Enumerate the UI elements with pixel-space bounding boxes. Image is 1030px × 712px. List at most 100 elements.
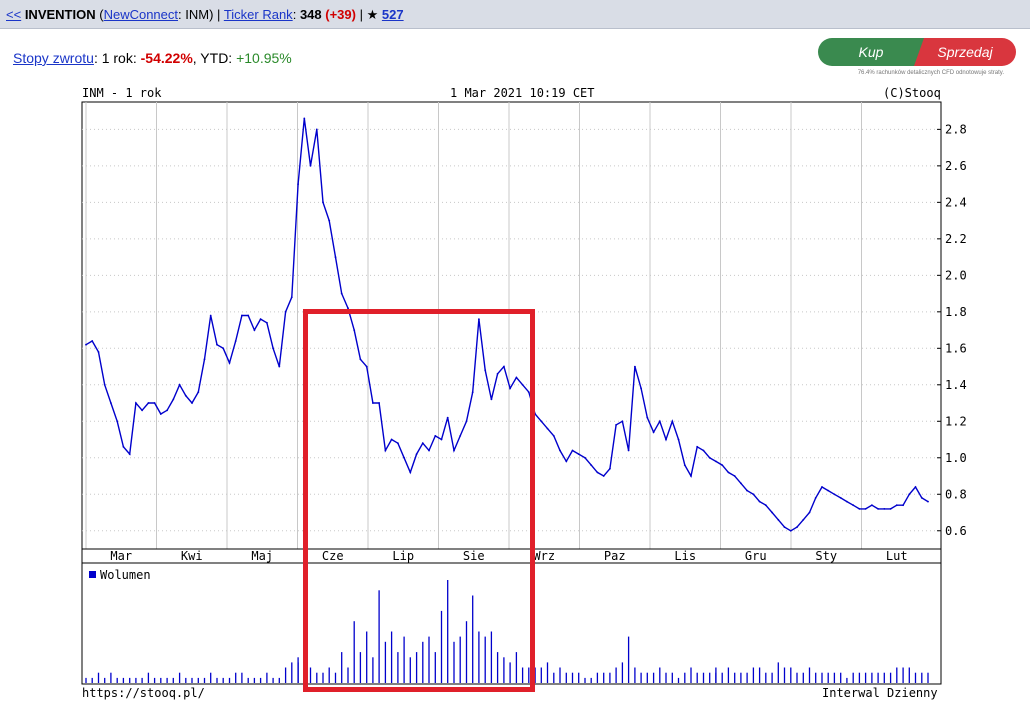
price-point bbox=[353, 329, 356, 331]
y-tick-label: 1.2 bbox=[945, 414, 967, 428]
price-point bbox=[284, 310, 287, 313]
y-tick-label: 2.8 bbox=[945, 122, 967, 136]
price-point bbox=[85, 343, 87, 346]
y-tick-label: 0.8 bbox=[945, 487, 967, 501]
price-point bbox=[895, 504, 898, 507]
price-point bbox=[209, 314, 212, 317]
price-point bbox=[615, 424, 617, 426]
price-point bbox=[166, 409, 169, 412]
price-point bbox=[459, 435, 462, 437]
price-point bbox=[883, 508, 886, 510]
price-point bbox=[534, 413, 536, 415]
price-point bbox=[808, 511, 811, 514]
price-point bbox=[715, 460, 717, 463]
price-point bbox=[584, 456, 586, 459]
price-point bbox=[521, 383, 524, 386]
price-point bbox=[297, 183, 299, 186]
price-point bbox=[309, 165, 312, 167]
price-point bbox=[889, 508, 892, 510]
month-axis bbox=[81, 548, 942, 564]
price-point bbox=[147, 402, 150, 404]
price-point bbox=[122, 445, 125, 448]
price-point bbox=[571, 449, 574, 452]
volume-legend-swatch bbox=[89, 571, 96, 578]
price-point bbox=[191, 402, 193, 404]
grid bbox=[82, 102, 941, 549]
price-point bbox=[266, 321, 268, 324]
price-point bbox=[552, 435, 555, 437]
price-point bbox=[758, 500, 761, 503]
price-point bbox=[927, 500, 929, 503]
y-tick-label: 1.4 bbox=[945, 378, 967, 392]
price-point bbox=[222, 347, 225, 350]
y-tick-label: 2.4 bbox=[945, 195, 967, 209]
price-point bbox=[278, 365, 281, 368]
price-point bbox=[153, 402, 156, 404]
price-point bbox=[914, 486, 917, 488]
y-tick-label: 2.0 bbox=[945, 268, 967, 282]
price-point bbox=[677, 438, 680, 441]
price-point bbox=[690, 475, 692, 477]
price-point bbox=[228, 362, 231, 364]
price-point bbox=[315, 128, 318, 131]
price-point bbox=[590, 464, 593, 466]
price-point bbox=[197, 391, 200, 393]
price-point bbox=[565, 460, 568, 463]
price-point bbox=[665, 438, 667, 441]
price-point bbox=[577, 453, 580, 455]
price-point bbox=[771, 511, 773, 514]
y-tick-label: 1.8 bbox=[945, 305, 967, 319]
price-point bbox=[640, 387, 642, 390]
volume-plot-frame bbox=[81, 562, 942, 685]
price-point bbox=[789, 529, 792, 532]
price-point bbox=[740, 482, 742, 485]
price-point bbox=[821, 486, 823, 488]
price-point bbox=[839, 497, 842, 499]
price-point bbox=[658, 420, 661, 423]
price-point bbox=[328, 219, 331, 222]
price-point bbox=[546, 427, 549, 430]
price-point bbox=[871, 504, 873, 507]
price-point bbox=[696, 445, 699, 448]
price-point bbox=[496, 372, 499, 375]
price-point bbox=[428, 449, 430, 452]
price-point bbox=[727, 471, 730, 474]
y-tick-label: 2.6 bbox=[945, 159, 967, 173]
price-point bbox=[216, 343, 218, 346]
volume-legend: Wolumen bbox=[100, 568, 151, 582]
price-point bbox=[621, 420, 624, 423]
price-point bbox=[272, 347, 274, 350]
price-point bbox=[827, 489, 830, 492]
price-point bbox=[503, 365, 505, 368]
price-point bbox=[796, 526, 798, 528]
price-point bbox=[347, 307, 349, 310]
price-point bbox=[683, 464, 686, 466]
price-point bbox=[908, 493, 911, 496]
price-point bbox=[446, 416, 449, 419]
price-point bbox=[110, 402, 112, 404]
price-point bbox=[777, 518, 780, 521]
price-point bbox=[103, 383, 106, 386]
month-label: Paz bbox=[604, 549, 626, 563]
month-label: Sie bbox=[463, 549, 485, 563]
y-tick-label: 1.0 bbox=[945, 451, 967, 465]
price-point bbox=[409, 471, 412, 474]
price-point bbox=[453, 449, 455, 452]
price-point bbox=[365, 365, 368, 368]
price-point bbox=[540, 420, 543, 423]
month-label: Sty bbox=[815, 549, 837, 563]
price-point bbox=[253, 329, 256, 331]
volume-series bbox=[85, 580, 929, 683]
price-point bbox=[902, 504, 904, 507]
price-point bbox=[241, 314, 243, 317]
price-point bbox=[708, 456, 711, 459]
price-line bbox=[85, 118, 929, 532]
price-point bbox=[141, 409, 144, 412]
price-point bbox=[602, 475, 605, 477]
price-point bbox=[671, 420, 674, 423]
month-label: Maj bbox=[251, 549, 273, 563]
price-point bbox=[359, 358, 362, 361]
price-point bbox=[858, 508, 861, 510]
month-label: Mar bbox=[110, 549, 132, 563]
price-point bbox=[465, 420, 468, 423]
